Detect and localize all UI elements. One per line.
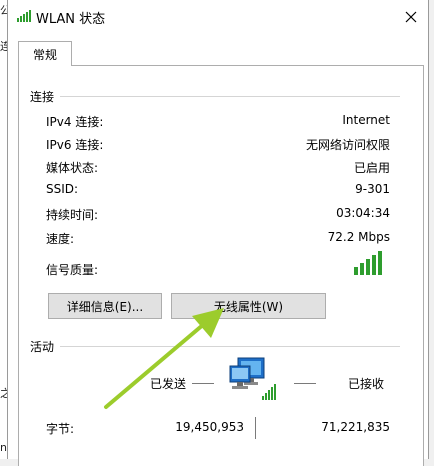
tab-general[interactable]: 常规	[18, 41, 72, 66]
tab-general-label: 常规	[32, 47, 57, 62]
signal-quality-label: 信号质量:	[46, 263, 99, 277]
activity-group-label: 活动	[30, 338, 61, 355]
title-bar[interactable]: WLAN 状态	[8, 0, 428, 33]
duration-label: 持续时间:	[46, 208, 99, 222]
ssid-value: 9-301	[355, 182, 390, 196]
connection-group-line	[38, 96, 400, 97]
signal-bar	[360, 263, 364, 275]
ipv4-label: IPv4 连接:	[46, 115, 104, 129]
edge-text-4: n	[0, 441, 7, 454]
ipv6-label: IPv6 连接:	[46, 138, 104, 152]
ipv6-value: 无网络访问权限	[305, 138, 390, 152]
signal-bar	[366, 259, 370, 275]
speed-label: 速度:	[46, 232, 75, 246]
bytes-separator	[255, 417, 256, 439]
received-label: 已接收	[348, 377, 385, 391]
signal-strength-icon	[354, 251, 382, 275]
bytes-sent-value: 19,450,953	[175, 420, 244, 434]
bytes-received-value: 71,221,835	[321, 420, 390, 434]
signal-bar	[354, 267, 358, 275]
wifi-signal-icon	[17, 10, 31, 22]
close-icon	[405, 11, 417, 22]
media-state-value: 已启用	[353, 161, 390, 175]
signal-bar	[372, 255, 376, 275]
bytes-label: 字节:	[46, 422, 75, 436]
media-state-label: 媒体状态:	[46, 161, 99, 175]
connection-group-label: 连接	[30, 88, 61, 105]
close-button[interactable]	[394, 0, 428, 33]
window-title: WLAN 状态	[36, 12, 106, 27]
duration-value: 03:04:34	[336, 206, 390, 220]
speed-value: 72.2 Mbps	[327, 230, 390, 244]
ssid-label: SSID:	[46, 182, 79, 196]
annotation-arrow	[104, 308, 224, 409]
ipv4-value: Internet	[342, 113, 390, 127]
signal-bar	[378, 251, 382, 275]
received-dash	[294, 383, 316, 384]
